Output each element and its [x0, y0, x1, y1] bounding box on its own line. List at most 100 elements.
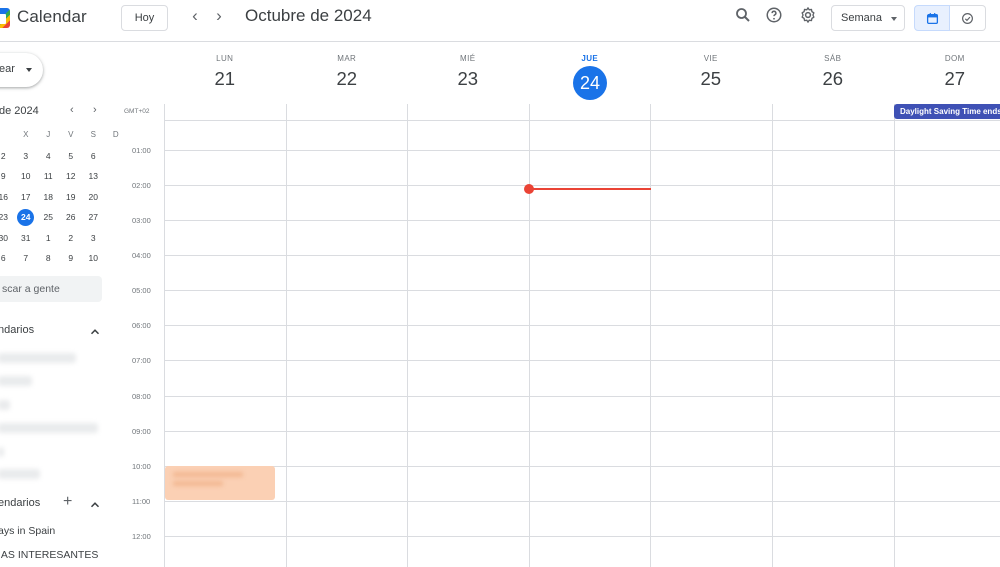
month-title: Octubre de 2024: [245, 6, 372, 25]
blurred-event-title: [173, 472, 243, 477]
mini-day[interactable]: 6: [0, 248, 15, 269]
hour-label: 07:00: [132, 356, 151, 365]
calendar-item-interesting[interactable]: IAS INTERESANTES: [0, 549, 98, 561]
blurred-calendar-item[interactable]: [0, 447, 4, 457]
mini-day[interactable]: 6: [82, 146, 105, 167]
chevron-down-icon: [26, 68, 32, 72]
day-name: JUE: [581, 54, 599, 63]
chevron-up-icon[interactable]: [88, 325, 102, 339]
day-column-header-today[interactable]: JUE 24: [529, 42, 651, 104]
view-selector-label: Semana: [841, 12, 882, 24]
mini-day[interactable]: 16: [0, 187, 15, 208]
mini-calendar-grid: X J V S D 2 3 4 5 6 9 10 11 12 13 16 17 …: [0, 125, 127, 269]
blurred-calendar-item[interactable]: [0, 376, 32, 386]
hour-label: 06:00: [132, 321, 151, 330]
mini-day[interactable]: 27: [82, 207, 105, 228]
weekday-header: S: [90, 130, 96, 139]
mini-day[interactable]: 23: [0, 207, 15, 228]
mini-day[interactable]: 3: [15, 146, 38, 167]
add-calendar-plus-icon[interactable]: +: [63, 494, 72, 510]
search-icon[interactable]: [732, 6, 754, 28]
blurred-calendar-item[interactable]: [0, 469, 40, 479]
mini-day[interactable]: 26: [60, 207, 83, 228]
blurred-calendar-item[interactable]: [0, 353, 76, 363]
column-divider: [286, 104, 287, 567]
today-button[interactable]: Hoy: [121, 5, 168, 31]
current-time-line: [529, 188, 651, 190]
calendar-logo-icon[interactable]: [0, 8, 10, 28]
previous-week-button[interactable]: ‹: [184, 6, 206, 28]
calendar-view-toggle[interactable]: [914, 5, 950, 31]
day-number[interactable]: 27: [894, 68, 1000, 90]
hour-gridline: [164, 396, 1000, 397]
mini-day-today[interactable]: 24: [15, 207, 38, 228]
mini-day[interactable]: 7: [15, 248, 38, 269]
my-calendars-title[interactable]: ndarios: [0, 324, 34, 336]
mini-day[interactable]: 17: [15, 187, 38, 208]
settings-gear-icon[interactable]: [797, 6, 819, 28]
mini-day[interactable]: 20: [82, 187, 105, 208]
timezone-label: GMT+02: [124, 108, 150, 115]
hour-gridline: [164, 290, 1000, 291]
day-column-header[interactable]: SÁB 26: [772, 42, 894, 104]
hour-gridline: [164, 185, 1000, 186]
help-icon[interactable]: [763, 6, 785, 28]
mini-day[interactable]: 4: [37, 146, 60, 167]
create-button[interactable]: ear: [0, 53, 43, 87]
calendar-item-holidays[interactable]: ays in Spain: [0, 525, 55, 537]
day-column-header[interactable]: VIE 25: [650, 42, 772, 104]
create-button-label: ear: [0, 63, 15, 75]
mini-day[interactable]: 18: [37, 187, 60, 208]
mini-day[interactable]: 31: [15, 228, 38, 249]
app-title[interactable]: Calendar: [17, 7, 87, 27]
mini-calendar-title: de 2024: [0, 105, 39, 117]
mini-day[interactable]: 12: [60, 166, 83, 187]
day-number[interactable]: 21: [164, 68, 286, 90]
day-column-header[interactable]: MIÉ 23: [407, 42, 529, 104]
day-number[interactable]: 22: [286, 68, 408, 90]
mini-calendar-next-button[interactable]: ›: [93, 104, 97, 116]
column-divider: [894, 104, 895, 567]
weekday-header: X: [23, 130, 29, 139]
day-number-today[interactable]: 24: [573, 66, 607, 100]
chevron-up-icon[interactable]: [88, 498, 102, 512]
allday-event-chip[interactable]: Daylight Saving Time ends: [894, 104, 1000, 119]
mini-day[interactable]: 10: [15, 166, 38, 187]
day-name: MIÉ: [460, 54, 476, 63]
day-number[interactable]: 23: [407, 68, 529, 90]
blurred-calendar-item[interactable]: [0, 423, 98, 433]
column-divider: [407, 104, 408, 567]
hour-label: 01:00: [132, 146, 151, 155]
mini-day[interactable]: 9: [60, 248, 83, 269]
tasks-view-toggle[interactable]: [950, 5, 986, 31]
mini-day[interactable]: 1: [37, 228, 60, 249]
mini-day[interactable]: 11: [37, 166, 60, 187]
day-column-header[interactable]: DOM 27: [894, 42, 1000, 104]
blurred-calendar-item[interactable]: [0, 400, 10, 410]
mini-day[interactable]: 30: [0, 228, 15, 249]
mini-day[interactable]: 13: [82, 166, 105, 187]
next-week-button[interactable]: ›: [208, 6, 230, 28]
day-column-header[interactable]: MAR 22: [286, 42, 408, 104]
mini-day[interactable]: 25: [37, 207, 60, 228]
calendar-event-block[interactable]: [165, 466, 275, 500]
mini-day[interactable]: 8: [37, 248, 60, 269]
mini-day[interactable]: 9: [0, 166, 15, 187]
mini-day[interactable]: 2: [0, 146, 15, 167]
search-people-input[interactable]: scar a gente: [0, 276, 102, 302]
day-number[interactable]: 26: [772, 68, 894, 90]
mini-calendar-prev-button[interactable]: ‹: [70, 104, 74, 116]
day-number[interactable]: 25: [650, 68, 772, 90]
day-name: LUN: [216, 54, 234, 63]
mini-day[interactable]: 5: [60, 146, 83, 167]
column-divider: [772, 104, 773, 567]
mini-day[interactable]: 10: [82, 248, 105, 269]
mini-day[interactable]: 19: [60, 187, 83, 208]
mini-day[interactable]: 2: [60, 228, 83, 249]
other-calendars-title[interactable]: endarios: [0, 497, 40, 509]
hour-label: 03:00: [132, 216, 151, 225]
day-name: MAR: [337, 54, 357, 63]
view-selector[interactable]: Semana: [831, 5, 905, 31]
day-column-header[interactable]: LUN 21: [164, 42, 286, 104]
mini-day[interactable]: 3: [82, 228, 105, 249]
